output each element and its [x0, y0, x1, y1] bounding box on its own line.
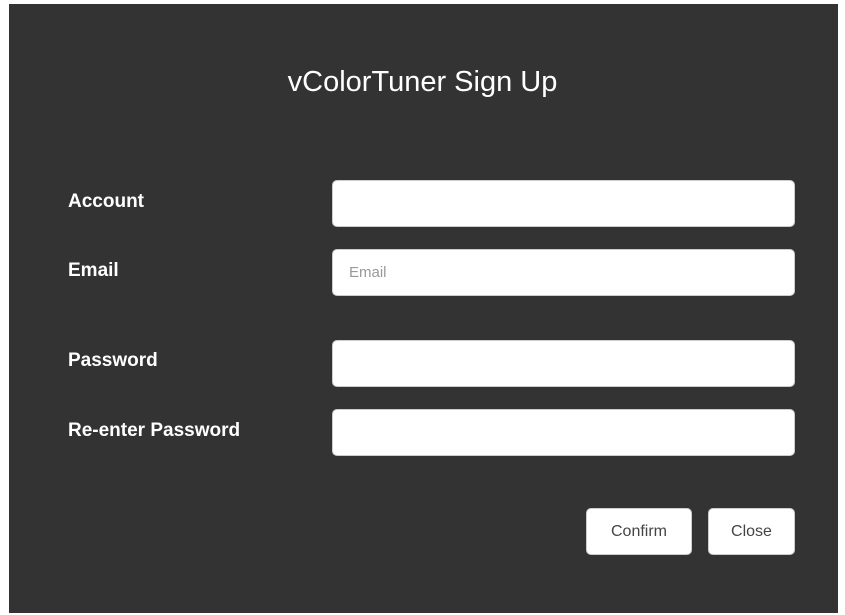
- reenter-password-input[interactable]: [332, 409, 795, 456]
- sign-up-dialog: vColorTuner Sign Up Account Email Passwo…: [9, 4, 838, 613]
- close-button[interactable]: Close: [708, 508, 795, 555]
- email-label: Email: [68, 260, 119, 281]
- password-label: Password: [68, 350, 158, 371]
- dialog-title: vColorTuner Sign Up: [287, 66, 558, 98]
- confirm-button[interactable]: Confirm: [586, 508, 692, 555]
- reenter-password-label: Re-enter Password: [68, 420, 241, 441]
- account-input[interactable]: [332, 180, 795, 227]
- account-label: Account: [68, 191, 144, 212]
- password-input[interactable]: [332, 340, 795, 387]
- email-input[interactable]: [332, 249, 795, 296]
